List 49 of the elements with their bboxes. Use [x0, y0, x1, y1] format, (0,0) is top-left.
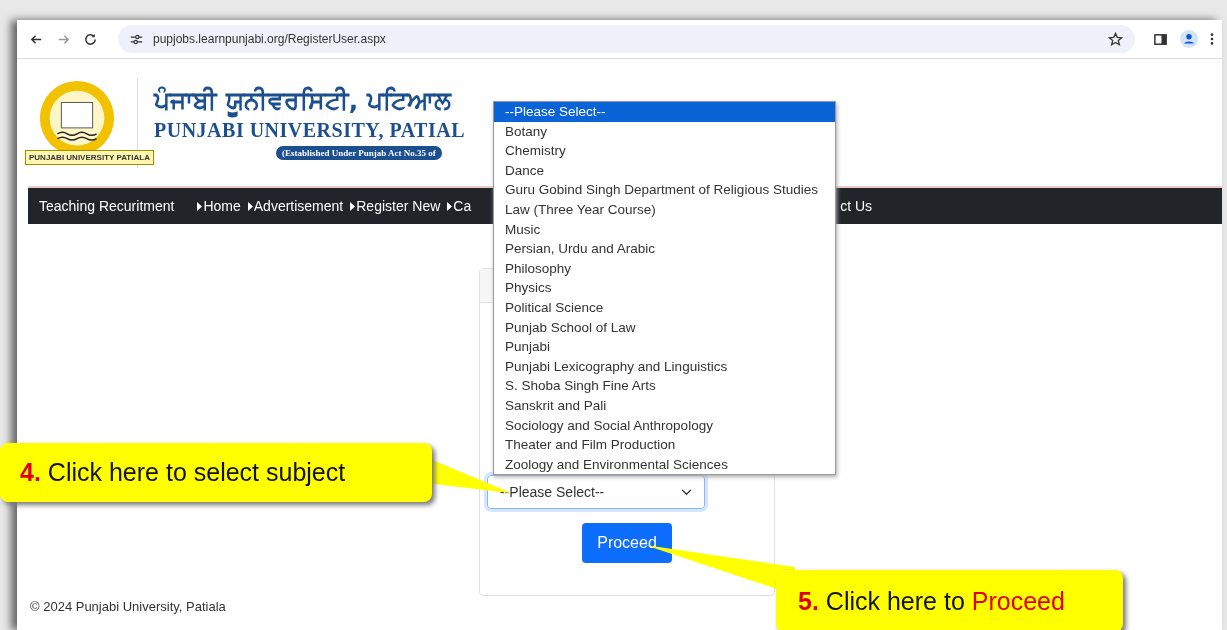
nav-link[interactable]: Register New [356, 198, 441, 214]
dropdown-option[interactable]: --Please Select-- [494, 102, 835, 122]
dropdown-option[interactable]: Theater and Film Production [494, 435, 835, 455]
triangle-icon [197, 201, 203, 211]
dropdown-option[interactable]: Political Science [494, 297, 835, 318]
footer-text: © 2024 Punjabi University, Patiala [30, 599, 226, 614]
university-name-punjabi: ਪੰਜਾਬੀ ਯੂਨੀਵਰਸਿਟੀ, ਪਟਿਆਲ [154, 85, 451, 117]
dropdown-option[interactable]: Punjabi [494, 337, 835, 357]
nav-link[interactable]: Advertisement [253, 198, 344, 214]
menu-icon[interactable] [1210, 32, 1214, 46]
callout-text: Click here to [825, 586, 965, 616]
dropdown-option[interactable]: S. Shoba Singh Fine Arts [494, 376, 835, 396]
nav-link[interactable]: Ca [453, 198, 472, 214]
dropdown-option[interactable]: Music [494, 219, 835, 240]
nav-link[interactable]: ct Us [840, 198, 873, 214]
dropdown-option[interactable]: Physics [494, 278, 835, 298]
callout-text: Click here to select subject [47, 458, 346, 487]
dropdown-option[interactable]: Sociology and Social Anthropology [494, 415, 835, 436]
nav-link[interactable]: Home [203, 198, 241, 214]
profile-icon[interactable] [1180, 30, 1198, 48]
site-settings-icon[interactable] [130, 33, 143, 45]
dropdown-option[interactable]: Law (Three Year Course) [494, 199, 835, 220]
dropdown-option[interactable]: Guru Gobind Singh Department of Religious Studies [494, 180, 835, 200]
dropdown-option[interactable]: Philosophy [494, 258, 835, 279]
dropdown-option[interactable]: Botany [494, 121, 835, 142]
address-bar[interactable]: pupjobs.learnpunjabi.org/RegisterUser.aspx [118, 25, 1135, 53]
established-badge: (Established Under Punjab Act No.35 of [276, 146, 442, 160]
step-number: 4. [20, 458, 41, 487]
nav-brand[interactable]: Teaching Recuritment [39, 198, 175, 214]
dropdown-option[interactable]: Dance [494, 160, 835, 181]
proceed-button[interactable]: Proceed [582, 523, 672, 563]
reload-icon[interactable] [83, 31, 98, 47]
highlighted-word: Proceed [971, 586, 1065, 616]
logo-caption: PUNJABI UNIVERSITY PATIALA [25, 150, 154, 165]
triangle-icon [247, 201, 253, 211]
subject-select[interactable]: --Please Select-- [487, 475, 705, 509]
triangle-icon [350, 201, 356, 211]
dropdown-option[interactable]: Sanskrit and Pali [494, 395, 835, 416]
dropdown-option[interactable]: Zoology and Environmental Sciences [494, 454, 835, 475]
side-panel-icon[interactable] [1153, 31, 1168, 47]
university-name: PUNJABI UNIVERSITY, PATIAL [154, 118, 466, 143]
dropdown-option[interactable]: Persian, Urdu and Arabic [494, 239, 835, 259]
dropdown-option[interactable]: Chemistry [494, 141, 835, 161]
step-number: 5. [798, 586, 819, 616]
chevron-icon [681, 488, 692, 496]
star-icon[interactable] [1108, 31, 1123, 47]
dropdown-option[interactable]: Punjab School of Law [494, 317, 835, 338]
triangle-icon [447, 201, 453, 211]
dropdown-option[interactable]: Punjabi Lexicography and Linguistics [494, 356, 835, 377]
